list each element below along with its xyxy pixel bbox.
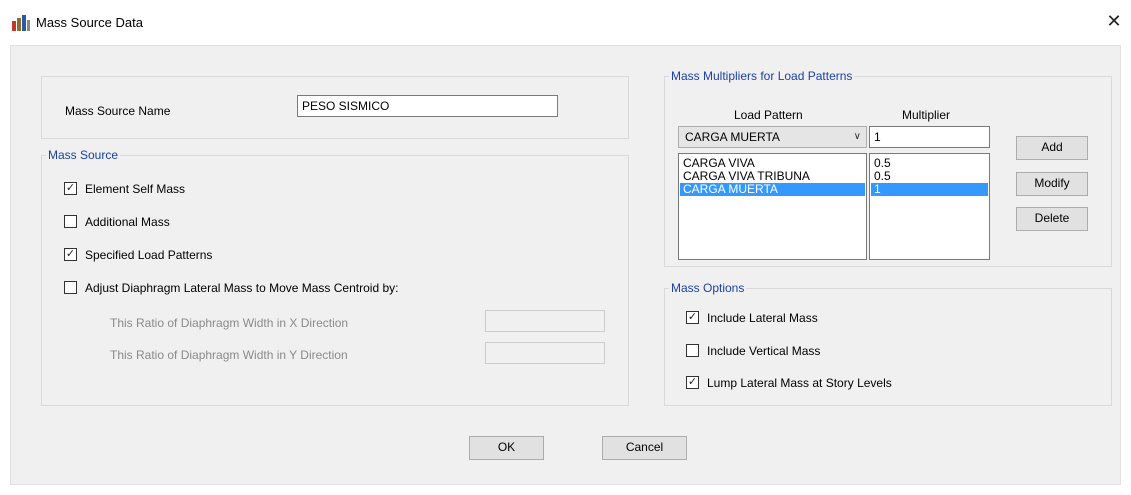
title-bar: Mass Source Data ✕	[0, 0, 1131, 44]
ok-button[interactable]: OK	[469, 436, 544, 460]
include-vertical-mass-checkbox[interactable]	[686, 344, 699, 357]
element-self-mass-label: Element Self Mass	[85, 182, 186, 196]
additional-mass-checkbox[interactable]	[64, 215, 77, 228]
mass-source-legend: Mass Source	[46, 148, 121, 162]
checkmark-icon: ✓	[65, 248, 76, 260]
mass-source-group: Mass Source ✓ Element Self Mass Addition…	[41, 148, 629, 406]
mass-options-group: Mass Options ✓ Include Lateral Mass Incl…	[664, 281, 1112, 406]
load-pattern-dropdown[interactable]: CARGA MUERTA ∨	[678, 126, 867, 148]
multiplier-input[interactable]: 1	[869, 126, 990, 148]
multiplier-column-header: Multiplier	[902, 108, 951, 122]
include-lateral-mass-label: Include Lateral Mass	[707, 311, 818, 325]
mass-source-name-label: Mass Source Name	[65, 104, 171, 118]
app-grid-icon	[12, 15, 30, 31]
modify-button[interactable]: Modify	[1016, 172, 1088, 196]
include-vertical-mass-label: Include Vertical Mass	[707, 344, 821, 358]
multiplier-list[interactable]: 0.5 0.5 1	[869, 153, 990, 260]
checkmark-icon: ✓	[65, 182, 76, 194]
specified-load-patterns-checkbox[interactable]: ✓	[64, 248, 77, 261]
cancel-button[interactable]: Cancel	[602, 436, 687, 460]
mass-source-name-input[interactable]: PESO SISMICO	[297, 95, 558, 117]
include-lateral-mass-checkbox[interactable]: ✓	[686, 311, 699, 324]
ratio-x-label: This Ratio of Diaphragm Width in X Direc…	[110, 316, 349, 330]
adjust-diaphragm-label: Adjust Diaphragm Lateral Mass to Move Ma…	[85, 281, 399, 295]
ratio-x-input[interactable]	[485, 310, 605, 332]
checkmark-icon: ✓	[687, 311, 698, 323]
checkmark-icon: ✓	[687, 376, 698, 388]
close-icon[interactable]: ✕	[1103, 10, 1125, 32]
add-button[interactable]: Add	[1016, 136, 1088, 160]
delete-button[interactable]: Delete	[1016, 207, 1088, 231]
list-item[interactable]: 0.5	[871, 170, 988, 183]
element-self-mass-checkbox[interactable]: ✓	[64, 182, 77, 195]
load-pattern-list[interactable]: CARGA VIVA CARGA VIVA TRIBUNA CARGA MUER…	[678, 153, 867, 260]
lump-lateral-mass-checkbox[interactable]: ✓	[686, 376, 699, 389]
additional-mass-label: Additional Mass	[85, 215, 170, 229]
window-title: Mass Source Data	[36, 15, 143, 30]
dialog-body: Mass Source Name PESO SISMICO Mass Sourc…	[10, 45, 1121, 485]
mass-multipliers-legend: Mass Multipliers for Load Patterns	[669, 69, 855, 83]
load-pattern-dropdown-value: CARGA MUERTA	[685, 130, 780, 144]
chevron-down-icon: ∨	[853, 131, 861, 142]
list-item-selected[interactable]: CARGA MUERTA	[680, 183, 865, 196]
list-item-selected[interactable]: 1	[871, 183, 988, 196]
ratio-y-label: This Ratio of Diaphragm Width in Y Direc…	[110, 348, 348, 362]
ratio-y-input[interactable]	[485, 342, 605, 364]
mass-multipliers-group: Mass Multipliers for Load Patterns Load …	[664, 69, 1112, 267]
adjust-diaphragm-checkbox[interactable]	[64, 281, 77, 294]
load-pattern-column-header: Load Pattern	[734, 108, 803, 122]
specified-load-patterns-label: Specified Load Patterns	[85, 248, 213, 262]
mass-options-legend: Mass Options	[669, 281, 747, 295]
mass-source-name-group: Mass Source Name PESO SISMICO	[41, 76, 629, 139]
lump-lateral-mass-label: Lump Lateral Mass at Story Levels	[707, 376, 892, 390]
